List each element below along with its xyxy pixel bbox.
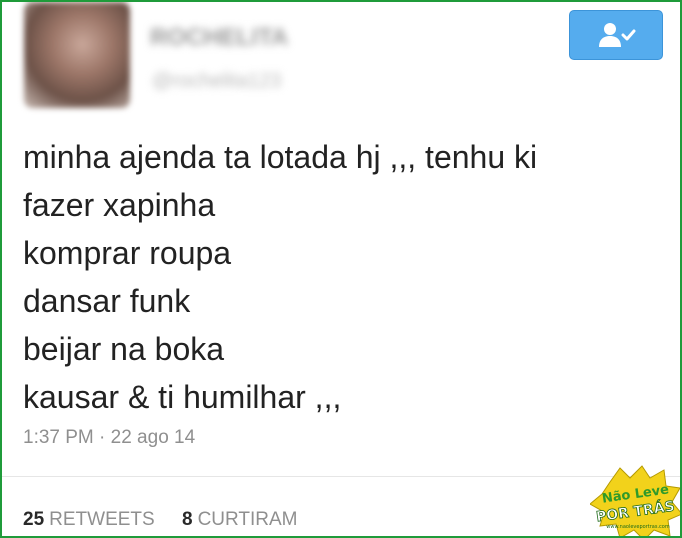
divider [2,476,680,477]
watermark-url: www.naoleveportras.com [606,524,670,530]
display-name[interactable]: ROCHELITA [150,24,288,52]
tweet-line: dansar funk [23,283,191,319]
follow-user-icon [599,23,636,47]
tweet-line: komprar roupa [23,235,232,271]
watermark-logo: Não Leve POR TRÁS www.naoleveportras.com [590,465,680,536]
user-handle[interactable]: @rochelita123 [152,70,281,93]
likes-count[interactable]: 8 [182,509,193,530]
tweet-line: beijar na boka [23,331,225,367]
likes-label[interactable]: CURTIRAM [198,509,298,530]
tweet-stats: 25 RETWEETS 8 CURTIRAM [23,509,320,531]
retweets-label[interactable]: RETWEETS [49,509,155,530]
tweet-card: ROCHELITA @rochelita123 minha ajenda ta … [0,0,682,538]
tweet-line: kausar & ti humilhar ,,, [23,379,342,415]
tweet-timestamp[interactable]: 1:37 PM · 22 ago 14 [23,427,195,449]
avatar[interactable] [24,2,130,108]
tweet-text: minha ajenda ta lotada hj ,,, tenhu ki f… [23,133,537,421]
tweet-line: minha ajenda ta lotada hj ,,, tenhu ki [23,139,538,175]
tweet-line: fazer xapinha [23,187,216,223]
follow-button[interactable] [569,10,663,60]
retweets-count[interactable]: 25 [23,509,44,530]
